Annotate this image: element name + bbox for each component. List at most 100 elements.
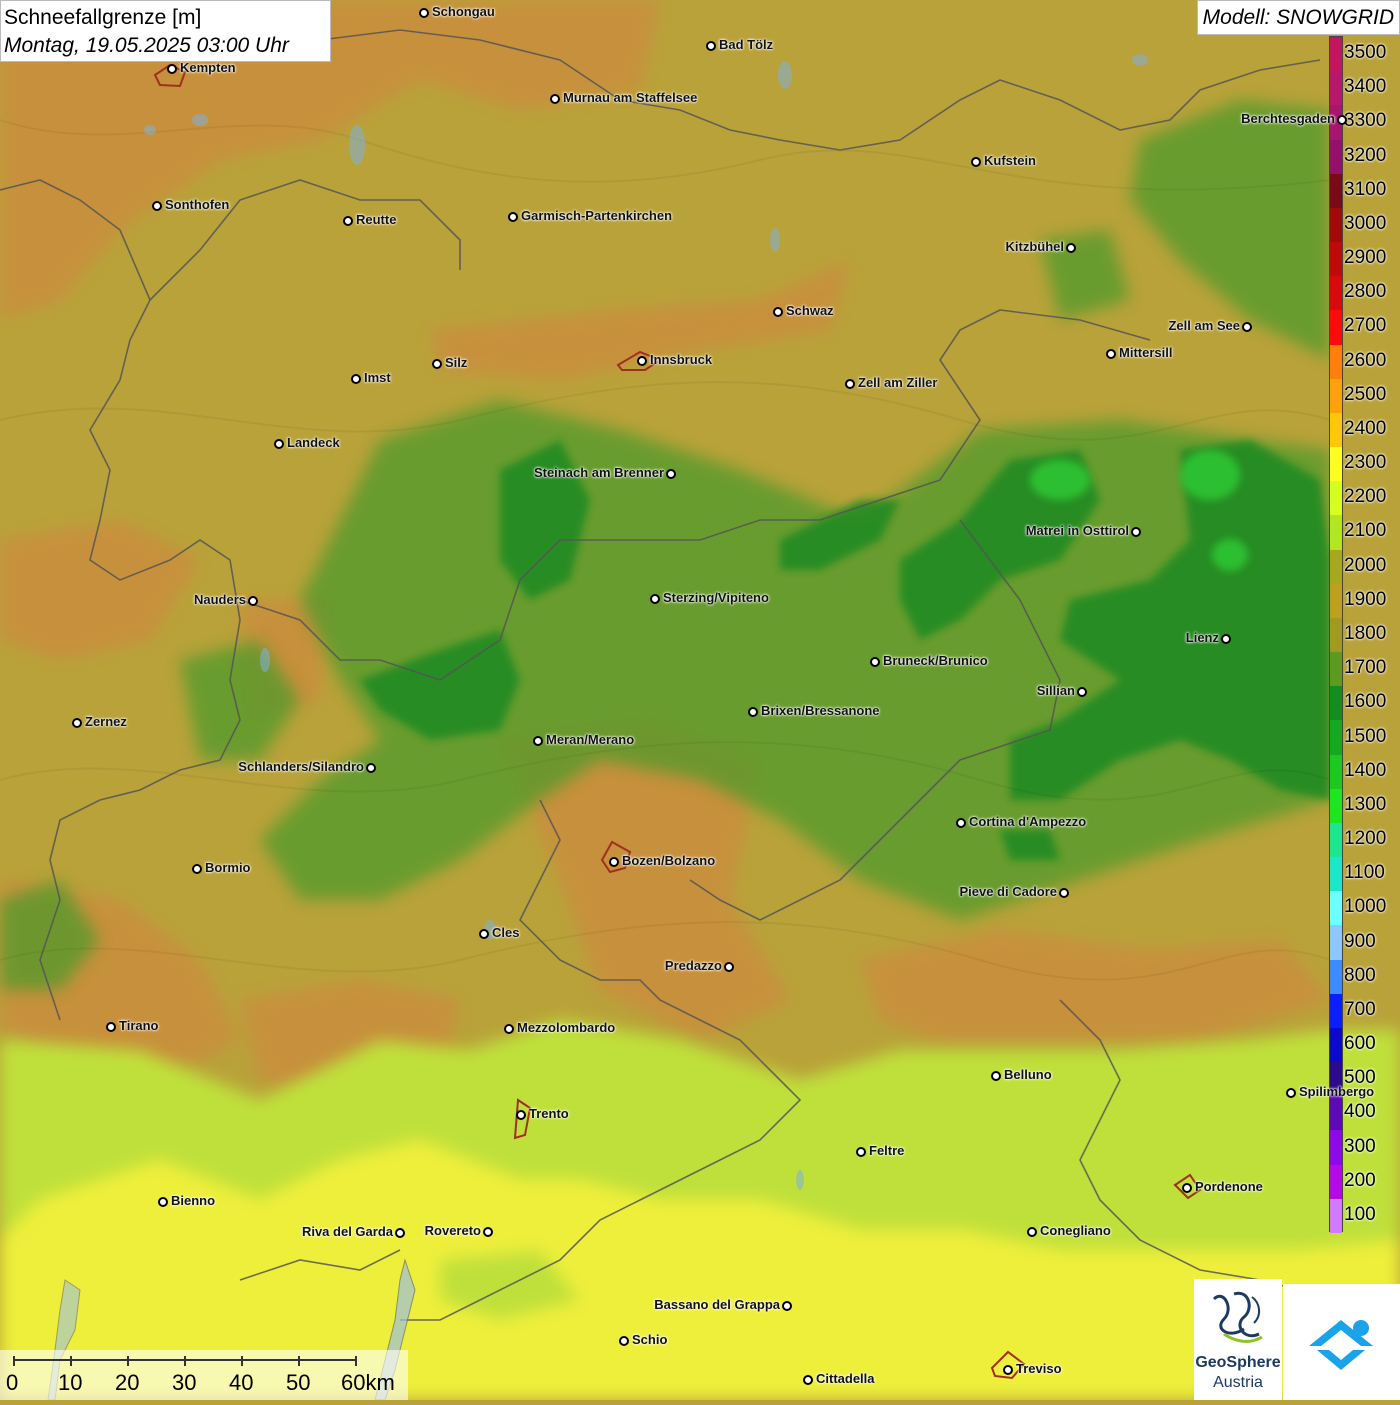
- legend-swatch: [1330, 344, 1342, 380]
- city-label: Schwaz: [786, 303, 834, 318]
- city-marker: [72, 718, 82, 728]
- legend-swatch: [1330, 276, 1342, 311]
- city-label: Trento: [529, 1106, 569, 1121]
- city-marker: [803, 1375, 813, 1385]
- snow-mountain-icon: [1309, 1320, 1373, 1370]
- legend-swatch: [1330, 378, 1342, 414]
- city-label: Lienz: [1185, 630, 1219, 645]
- city-marker: [152, 201, 162, 211]
- parameter-name: Schneefallgrenze: [4, 6, 167, 29]
- legend-swatch: [1330, 857, 1342, 892]
- city-marker: [550, 94, 560, 104]
- city-marker: [158, 1197, 168, 1207]
- legend-label: 2600: [1344, 349, 1387, 371]
- city-label: Silz: [445, 355, 468, 370]
- scale-label-30: 30: [172, 1370, 197, 1395]
- legend-label: 900: [1344, 930, 1376, 952]
- city-marker: [248, 596, 258, 606]
- legend-swatch: [1330, 1198, 1342, 1234]
- city-label: Zernez: [85, 714, 127, 729]
- city-label: Meran/Merano: [546, 732, 635, 747]
- legend-label: 3200: [1344, 144, 1387, 166]
- legend-label: 1200: [1344, 828, 1387, 850]
- city-label: Bozen/Bolzano: [622, 853, 716, 868]
- city-marker: [106, 1022, 116, 1032]
- city-marker: [1059, 888, 1069, 898]
- legend-label: 700: [1344, 998, 1376, 1020]
- city-label: Zell am Ziller: [858, 375, 938, 390]
- legend-swatch: [1330, 1027, 1342, 1063]
- city-label: Bienno: [171, 1193, 216, 1208]
- city-label: Kitzbühel: [1005, 239, 1065, 254]
- city-label: Pordenone: [1195, 1179, 1263, 1194]
- legend-label: 2900: [1344, 247, 1387, 269]
- city-marker: [609, 857, 619, 867]
- legend-swatch: [1330, 617, 1342, 653]
- legend-label: 1100: [1344, 862, 1385, 884]
- legend-label: 1700: [1344, 657, 1387, 679]
- city-label: Schlanders/Silandro: [238, 759, 364, 774]
- geosphere-name: GeoSphere: [1195, 1354, 1281, 1371]
- city-marker: [956, 818, 966, 828]
- city-marker: [1337, 115, 1347, 125]
- city-marker: [516, 1110, 526, 1120]
- city-label: Garmisch-Partenkirchen: [521, 208, 673, 223]
- map-title-box: Schneefallgrenze [m] Montag, 19.05.2025 …: [0, 0, 331, 62]
- legend-label: 2000: [1344, 554, 1387, 576]
- city-label: Bruneck/Brunico: [883, 653, 988, 668]
- city-marker: [1066, 243, 1076, 253]
- city-label: Kufstein: [984, 153, 1036, 168]
- scale-label-0: 0: [6, 1370, 19, 1395]
- city-marker: [504, 1024, 514, 1034]
- city-label: Predazzo: [664, 958, 722, 973]
- city-marker: [351, 374, 361, 384]
- legend-swatch: [1330, 549, 1342, 585]
- legend-swatch: [1330, 481, 1342, 516]
- legend-swatch: [1330, 207, 1342, 243]
- city-marker: [650, 594, 660, 604]
- city-marker: [1286, 1088, 1296, 1098]
- scale-label-20: 20: [115, 1370, 140, 1395]
- city-marker: [971, 157, 981, 167]
- city-label: Sterzing/Vipiteno: [663, 590, 769, 605]
- city-label: Mezzolombardo: [517, 1020, 616, 1035]
- city-label: Zell am See: [1168, 318, 1240, 333]
- city-marker: [1221, 634, 1231, 644]
- legend-swatch: [1330, 310, 1342, 346]
- legend-label: 3300: [1344, 110, 1387, 132]
- city-label: Schio: [632, 1332, 668, 1347]
- city-label: Rovereto: [424, 1223, 481, 1238]
- city-label: Brixen/Bressanone: [761, 703, 880, 718]
- app-logo[interactable]: [1283, 1284, 1400, 1400]
- city-marker: [508, 212, 518, 222]
- scale-label-60km: 60km: [341, 1370, 395, 1395]
- legend-label: 1000: [1344, 896, 1387, 918]
- city-marker: [395, 1228, 405, 1238]
- city-marker: [432, 359, 442, 369]
- legend-swatch: [1330, 788, 1342, 824]
- map-title: Schneefallgrenze [m]: [4, 3, 327, 32]
- legend-swatch: [1330, 447, 1342, 482]
- legend-swatch: [1330, 891, 1342, 926]
- city-marker: [1242, 322, 1252, 332]
- legend-swatch: [1330, 1164, 1342, 1200]
- legend-label: 3400: [1344, 76, 1387, 98]
- city-marker: [991, 1071, 1001, 1081]
- city-label: Nauders: [193, 592, 246, 607]
- city-label: Bormio: [205, 860, 251, 875]
- city-marker: [479, 929, 489, 939]
- legend-swatch: [1330, 993, 1342, 1029]
- model-label: Modell: SNOWGRID: [1196, 0, 1400, 35]
- city-label: Berchtesgaden: [1241, 111, 1335, 126]
- city-marker: [724, 962, 734, 972]
- city-label: Sonthofen: [165, 197, 230, 212]
- city-marker: [1131, 527, 1141, 537]
- legend-label: 1800: [1344, 623, 1387, 644]
- legend-swatch: [1330, 242, 1342, 277]
- city-marker: [419, 8, 429, 18]
- city-label: Pieve di Cadore: [959, 884, 1057, 899]
- city-marker: [748, 707, 758, 717]
- city-marker: [773, 307, 783, 317]
- parameter-unit: [m]: [172, 6, 202, 29]
- legend-label: 3000: [1344, 212, 1387, 234]
